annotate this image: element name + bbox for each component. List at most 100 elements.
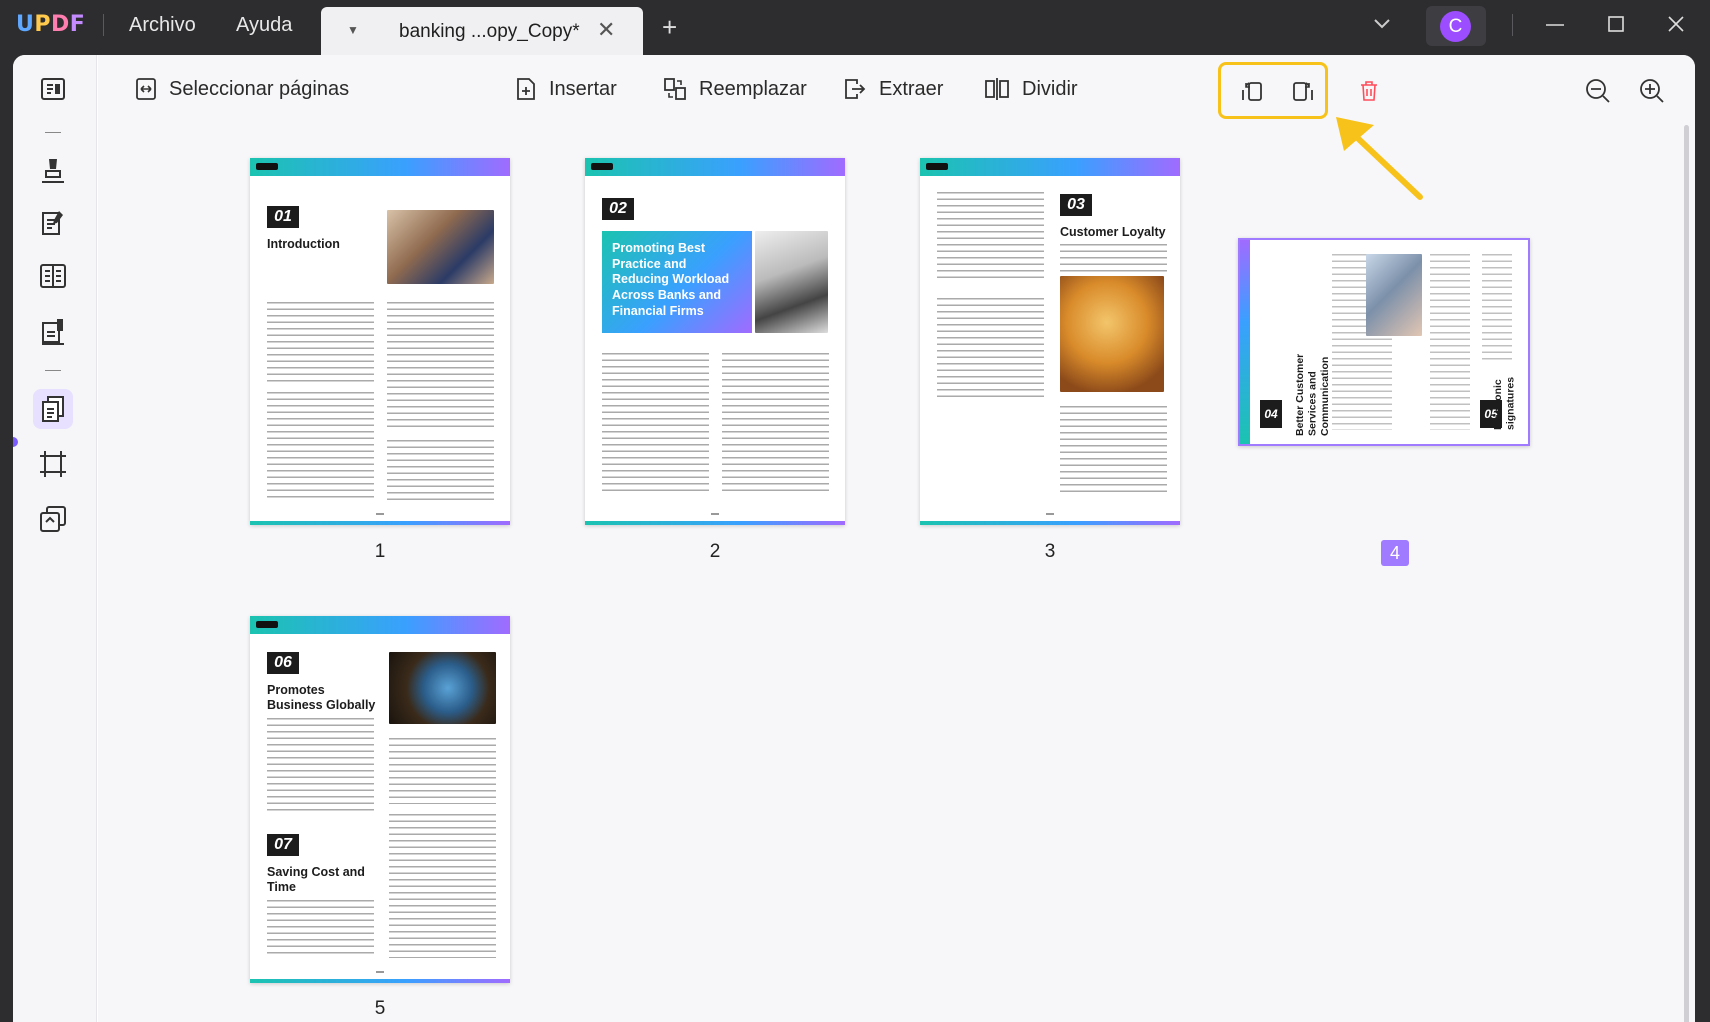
chevron-down-icon[interactable] <box>1372 14 1392 34</box>
page-title: Better Customer Services and Communicati… <box>1294 353 1332 436</box>
extract-button[interactable]: Extraer <box>843 69 943 109</box>
crop-button[interactable] <box>33 444 73 484</box>
select-pages-button[interactable]: Seleccionar páginas <box>135 69 349 109</box>
zoom-in-icon[interactable] <box>1638 77 1666 105</box>
text-block <box>267 392 374 500</box>
rotate-clockwise-button[interactable] <box>1290 71 1316 111</box>
extract-label: Extraer <box>879 77 944 100</box>
document-tab[interactable]: ▼ banking ...opy_Copy* ✕ <box>321 7 643 55</box>
split-button[interactable]: Dividir <box>984 69 1078 109</box>
annotation-arrow <box>1336 117 1423 200</box>
text-block <box>267 302 374 384</box>
app-window: Seleccionar páginas Insertar Reemplazar … <box>13 55 1695 1022</box>
page-number-label: 3 <box>1044 541 1056 562</box>
insert-page-icon <box>517 78 535 100</box>
page-thumbnail-3[interactable]: 03 Customer Loyalty <box>920 158 1180 525</box>
page-organizer: Seleccionar páginas Insertar Reemplazar … <box>98 55 1695 1022</box>
left-sidebar <box>13 55 97 1022</box>
page-title: Introduction <box>267 237 340 251</box>
updf-logo[interactable]: UPDF <box>16 12 85 37</box>
crop-icon <box>40 451 66 477</box>
edit-icon <box>42 211 63 235</box>
photo-globe <box>389 652 496 724</box>
section-number: 01 <box>267 206 299 228</box>
text-block <box>387 440 494 500</box>
page-thumbnail-2[interactable]: 02 Promoting Best Practice and Reducing … <box>585 158 845 525</box>
tab-title: banking ...opy_Copy* <box>399 21 580 42</box>
text-block <box>267 718 374 814</box>
replace-label: Reemplazar <box>699 77 807 100</box>
insert-label: Insertar <box>549 77 617 100</box>
rotate-right-icon <box>1293 82 1313 101</box>
page-title: Saving Cost and Time <box>267 865 365 894</box>
trash-icon <box>1361 81 1377 101</box>
sidebar-divider-2 <box>45 370 61 371</box>
edit-pdf-button[interactable] <box>33 203 73 243</box>
page-thumbnail-1[interactable]: 01 Introduction <box>250 158 510 525</box>
section-number: 02 <box>602 198 634 220</box>
split-label: Dividir <box>1022 77 1078 100</box>
rotate-counterclockwise-button[interactable] <box>1239 71 1265 111</box>
page-number-label-selected: 4 <box>1381 540 1409 566</box>
page-number-label: 2 <box>709 541 721 562</box>
photo-laptop <box>755 231 828 333</box>
section-number: 07 <box>267 834 299 856</box>
tab-dropdown-icon[interactable]: ▼ <box>347 23 359 37</box>
page-number-label: 5 <box>374 998 386 1019</box>
text-block <box>389 814 496 958</box>
page-title-banner: Promoting Best Practice and Reducing Wor… <box>602 231 752 333</box>
page-header-band <box>1240 240 1250 444</box>
sidebar-divider <box>45 132 61 133</box>
photo-customer-service <box>1060 276 1164 392</box>
replace-page-icon <box>664 78 686 100</box>
text-block <box>1482 254 1512 364</box>
replace-button[interactable]: Reemplazar <box>663 69 807 109</box>
title-separator <box>103 14 104 36</box>
insert-button[interactable]: Insertar <box>515 69 617 109</box>
text-block <box>267 900 374 958</box>
text-block <box>1060 244 1167 272</box>
page-header-band <box>920 158 1180 176</box>
reader-mode-button[interactable] <box>33 69 73 109</box>
select-pages-label: Seleccionar páginas <box>169 77 350 100</box>
title-bar: UPDF Archivo Ayuda ▼ banking ...opy_Copy… <box>0 0 1710 55</box>
text-block <box>387 302 494 432</box>
account-button[interactable]: C <box>1426 6 1486 46</box>
vertical-scrollbar[interactable] <box>1684 125 1689 1022</box>
maximize-icon[interactable] <box>1606 14 1626 34</box>
select-pages-icon <box>136 78 156 100</box>
comment-button[interactable] <box>33 151 73 191</box>
organize-pages-button[interactable] <box>33 389 73 429</box>
form-button[interactable] <box>33 256 73 296</box>
page-header-band <box>250 616 510 634</box>
new-tab-icon[interactable]: + <box>662 14 677 40</box>
avatar: C <box>1440 11 1471 42</box>
menu-ayuda[interactable]: Ayuda <box>236 14 292 37</box>
page-title: Promotes Business Globally <box>267 683 376 712</box>
page-thumbnail-5[interactable]: 06 Promotes Business Globally 07 Saving … <box>250 616 510 983</box>
organize-pages-icon <box>42 396 64 422</box>
fill-sign-button[interactable] <box>33 311 73 351</box>
page-thumbnail-4-selected[interactable]: 04 Better Customer Services and Communic… <box>1238 238 1530 446</box>
page-footer-band <box>250 979 510 983</box>
photo-card-payment <box>1366 254 1422 336</box>
page-footer <box>376 971 384 973</box>
text-block <box>937 192 1044 280</box>
tools-button[interactable] <box>33 499 73 539</box>
reader-icon <box>41 78 65 100</box>
zoom-out-icon[interactable] <box>1584 77 1612 105</box>
delete-page-button[interactable] <box>1358 71 1380 111</box>
photo-business-meeting <box>387 210 494 284</box>
close-window-icon[interactable] <box>1666 14 1686 34</box>
close-tab-icon[interactable]: ✕ <box>597 17 615 43</box>
organize-toolbar: Seleccionar páginas Insertar Reemplazar … <box>98 55 1695 127</box>
page-footer <box>1046 513 1054 515</box>
text-block <box>937 298 1044 398</box>
menu-archivo[interactable]: Archivo <box>129 14 196 37</box>
minimize-icon[interactable] <box>1544 14 1566 36</box>
page-footer-band <box>920 521 1180 525</box>
page-footer-band <box>250 521 510 525</box>
page-title: Electronic signatures <box>1492 376 1517 430</box>
page-footer <box>711 513 719 515</box>
text-block <box>389 738 496 804</box>
